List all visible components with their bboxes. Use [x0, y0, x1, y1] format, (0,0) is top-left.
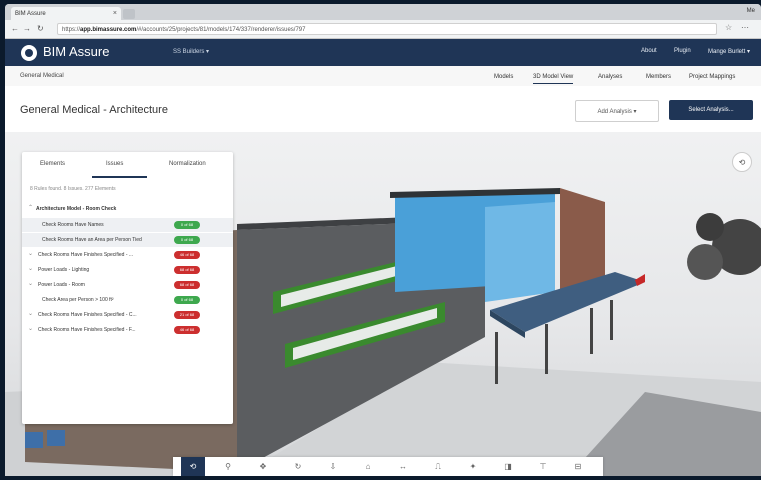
add-analysis-button[interactable]: Add Analysis ▾: [575, 100, 659, 122]
solar-panel-shape: [47, 430, 65, 446]
rule-row[interactable]: Check Rooms Have an Area per Person Tied…: [22, 233, 233, 247]
brick-wall-shape: [560, 188, 605, 292]
back-icon[interactable]: ←: [11, 24, 19, 33]
chevron-down-icon[interactable]: ⌄: [28, 310, 33, 317]
canopy-column-shape: [495, 332, 498, 384]
home-icon[interactable]: ⌂: [356, 457, 380, 476]
browser-tab[interactable]: BIM Assure ×: [11, 7, 121, 20]
panel-tab-normalization[interactable]: Normalization: [169, 161, 206, 167]
chevron-down-icon[interactable]: ⌄: [28, 280, 33, 287]
header-link-about[interactable]: About: [641, 48, 657, 54]
page-title-bar: General Medical - Architecture Add Analy…: [5, 86, 761, 133]
red-sign-shape: [635, 274, 645, 286]
menu-icon[interactable]: ⋯: [741, 23, 749, 32]
measure-icon[interactable]: ⊤: [531, 457, 555, 476]
fit-icon[interactable]: ↔: [391, 457, 415, 476]
solar-panel-shape: [25, 432, 43, 448]
issue-count-badge: 0 of 68: [174, 296, 200, 304]
zoom-icon[interactable]: ⚲: [216, 457, 240, 476]
canopy-column-shape: [610, 300, 613, 340]
chevron-down-icon[interactable]: ⌄: [28, 325, 33, 332]
issue-count-badge: 68 of 68: [174, 266, 200, 274]
rule-label: Check Area per Person > 100 ft²: [42, 297, 114, 303]
browser-window: BIM Assure × Me ← → ↻ https://app.bimass…: [5, 4, 761, 476]
rule-row[interactable]: ⌄ Check Rooms Have Finishes Specified - C…: [22, 308, 233, 322]
tab-analyses[interactable]: Analyses: [598, 74, 622, 80]
project-subnav: General Medical Models 3D Model View Ana…: [5, 66, 761, 87]
panel-tab-issues[interactable]: Issues: [106, 161, 123, 167]
tree-shape: [687, 244, 723, 280]
bim-assure-logo-icon: [21, 45, 37, 61]
app-header: BIM Assure SS Builders ▾ About Plugin Ma…: [5, 39, 761, 66]
tab-3d-model-view[interactable]: 3D Model View: [533, 74, 574, 84]
section-icon[interactable]: ⎍: [426, 457, 450, 476]
chevron-up-icon[interactable]: ⌃: [28, 204, 33, 211]
rule-label: Check Rooms Have Finishes Specified - F.…: [38, 327, 136, 333]
browser-tabstrip: BIM Assure × Me: [5, 4, 761, 20]
issue-count-badge: 46 of 68: [174, 326, 200, 334]
address-bar-row: ← → ↻ https://app.bimassure.com/#/accoun…: [5, 20, 761, 39]
active-tab-indicator: [92, 176, 147, 178]
explode-icon[interactable]: ✦: [461, 457, 485, 476]
pan-icon[interactable]: ✥: [251, 457, 275, 476]
issues-summary: 8 Rules found. 8 Issues. 277 Elements: [30, 186, 116, 192]
user-menu[interactable]: Mange Burlett ▾: [708, 48, 750, 55]
forward-icon[interactable]: →: [23, 24, 31, 33]
rule-row[interactable]: ⌄ Power Loads - Lighting 68 of 68: [22, 263, 233, 277]
panel-tab-elements[interactable]: Elements: [40, 161, 65, 167]
canopy-column-shape: [590, 308, 593, 354]
tab-project-mappings[interactable]: Project Mappings: [689, 74, 735, 80]
rule-label: Power Loads - Lighting: [38, 267, 90, 273]
url-host: app.bimassure.com: [80, 27, 137, 33]
tree-shape: [696, 213, 724, 241]
rule-label: Check Rooms Have Finishes Specified - ..…: [38, 252, 134, 258]
select-analysis-button[interactable]: Select Analysis...: [669, 100, 753, 120]
tab-close-icon[interactable]: ×: [113, 10, 117, 17]
url-path: /#/accounts/25/projects/81/models/174/33…: [136, 27, 306, 33]
orbit-icon[interactable]: ⟲: [181, 457, 205, 476]
canopy-column-shape: [545, 324, 548, 374]
url-prefix: https://: [62, 27, 81, 33]
rotate-icon[interactable]: ↻: [286, 457, 310, 476]
issue-count-badge: 0 of 68: [174, 221, 200, 229]
chevron-down-icon[interactable]: ⌄: [28, 265, 33, 272]
issue-count-badge: 21 of 68: [174, 311, 200, 319]
page-title: General Medical - Architecture: [20, 104, 168, 116]
header-link-plugin[interactable]: Plugin: [674, 48, 691, 54]
reset-view-icon[interactable]: ⟲: [732, 152, 752, 172]
issues-panel: Elements Issues Normalization 8 Rules fo…: [22, 152, 233, 424]
breadcrumb[interactable]: General Medical: [20, 73, 64, 79]
org-selector[interactable]: SS Builders ▾: [173, 48, 209, 55]
issue-count-badge: 46 of 68: [174, 251, 200, 259]
url-input[interactable]: https://app.bimassure.com/#/accounts/25/…: [57, 23, 717, 35]
window-profile-label[interactable]: Me: [747, 8, 755, 14]
rule-label: Power Loads - Room: [38, 282, 85, 288]
camera-icon[interactable]: ◨: [496, 457, 520, 476]
rule-label: Check Rooms Have Names: [42, 222, 104, 228]
tab-models[interactable]: Models: [494, 74, 513, 80]
tab-members[interactable]: Members: [646, 74, 671, 80]
viewer-toolbar: ⟲ ⚲ ✥ ↻ ⇩ ⌂ ↔ ⎍ ✦ ◨ ⊤ ⊟: [173, 457, 603, 476]
rule-row[interactable]: Check Area per Person > 100 ft² 0 of 68: [22, 293, 233, 307]
rule-group-header[interactable]: ⌃ Architecture Model - Room Check: [22, 202, 233, 216]
rule-row[interactable]: Check Rooms Have Names 0 of 68: [22, 218, 233, 232]
rule-row[interactable]: ⌄ Check Rooms Have Finishes Specified - F…: [22, 323, 233, 337]
issue-count-badge: 0 of 68: [174, 236, 200, 244]
chevron-down-icon[interactable]: ⌄: [28, 250, 33, 257]
glass-tower-shape: [485, 202, 555, 302]
walk-icon[interactable]: ⇩: [321, 457, 345, 476]
3d-model-viewport[interactable]: ⟲ Elements Issues Normalization 8 Rules …: [5, 132, 761, 476]
bookmark-star-icon[interactable]: ☆: [725, 23, 732, 32]
new-tab-button[interactable]: [123, 9, 135, 19]
rule-row[interactable]: ⌄ Check Rooms Have Finishes Specified - .…: [22, 248, 233, 262]
rule-label: Check Rooms Have an Area per Person Tied: [42, 237, 142, 243]
rule-group-title: Architecture Model - Room Check: [36, 206, 117, 212]
properties-icon[interactable]: ⊟: [566, 457, 590, 476]
reload-icon[interactable]: ↻: [37, 24, 44, 33]
rule-label: Check Rooms Have Finishes Specified - C.…: [38, 312, 137, 318]
rule-row[interactable]: ⌄ Power Loads - Room 68 of 68: [22, 278, 233, 292]
brand-name[interactable]: BIM Assure: [43, 44, 109, 59]
issue-count-badge: 68 of 68: [174, 281, 200, 289]
tab-title: BIM Assure: [15, 10, 46, 17]
